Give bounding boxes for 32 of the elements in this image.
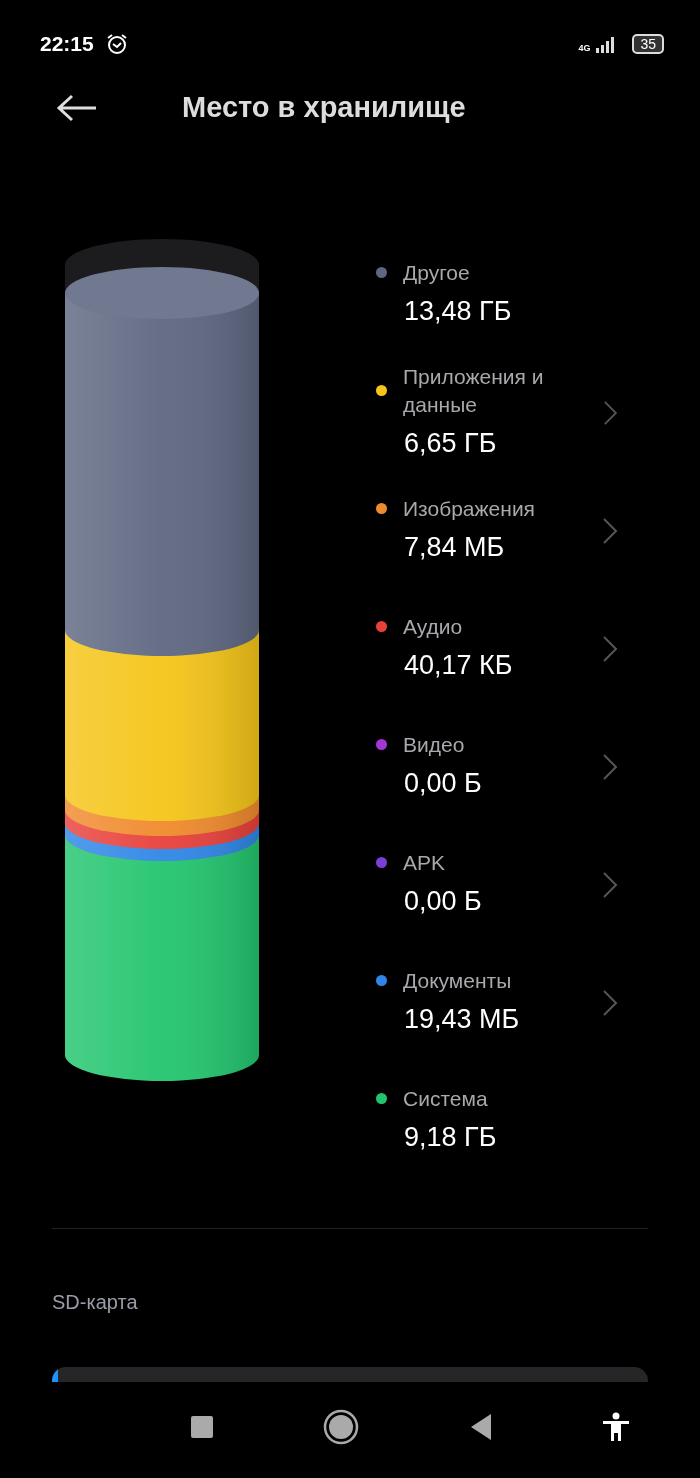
alarm-icon: [105, 33, 128, 55]
back-icon[interactable]: [56, 94, 98, 122]
chevron-icon[interactable]: [602, 753, 618, 781]
category-size: 0,00 Б: [403, 766, 483, 800]
category-size: 0,00 Б: [403, 884, 483, 918]
home-icon[interactable]: [323, 1409, 360, 1445]
category-label: Видео: [403, 731, 465, 758]
category-label: APK: [403, 849, 446, 876]
network-type: 4G: [578, 44, 591, 53]
status-time: 22:15: [40, 31, 94, 58]
category-size: 7,84 МБ: [403, 530, 506, 564]
category-label: Система: [403, 1085, 488, 1112]
accessibility-icon[interactable]: [602, 1412, 630, 1442]
chevron-icon[interactable]: [603, 399, 618, 427]
chevron-icon[interactable]: [602, 989, 618, 1017]
recents-icon[interactable]: [190, 1415, 214, 1439]
battery-indicator: 35: [632, 34, 664, 54]
category-size: 13,48 ГБ: [403, 294, 513, 328]
category-label: Документы: [403, 967, 512, 994]
category-size: 9,18 ГБ: [403, 1120, 498, 1154]
category-label: Изображения: [403, 495, 535, 522]
category-label: Приложения и данные: [403, 363, 545, 418]
category-size: 6,65 ГБ: [403, 426, 498, 460]
chevron-icon[interactable]: [602, 635, 618, 663]
category-label: Другое: [403, 259, 470, 286]
chevron-icon[interactable]: [602, 871, 618, 899]
page-title: Место в хранилище: [182, 90, 466, 126]
chevron-icon[interactable]: [602, 517, 618, 545]
category-label: Аудио: [403, 613, 463, 640]
category-size: 19,43 МБ: [403, 1002, 521, 1036]
category-size: 40,17 КБ: [403, 648, 514, 682]
sd-card-label: SD-карта: [51, 1290, 139, 1315]
